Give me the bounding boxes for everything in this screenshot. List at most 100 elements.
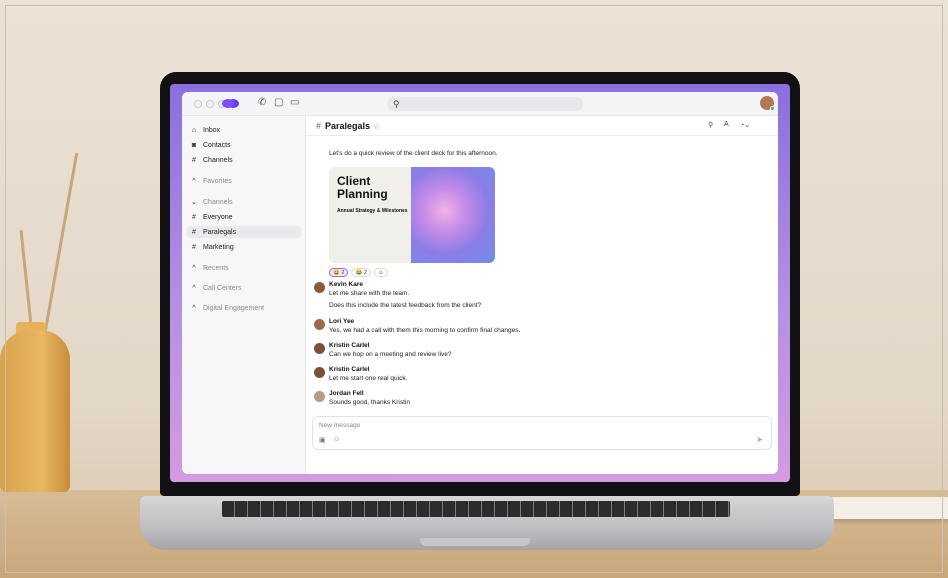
search-input[interactable]: ⚲ xyxy=(387,97,583,111)
online-status-badge xyxy=(770,106,775,111)
close-window-button[interactable] xyxy=(194,100,202,108)
sidebar-item-everyone[interactable]: # Everyone xyxy=(190,211,298,223)
message-composer[interactable]: New message ▣ ☺ ➤ xyxy=(312,416,772,450)
reaction-bar: 😀 2 😂 2 ☺ xyxy=(329,268,388,277)
section-call-centers[interactable]: ^ Call Centers xyxy=(190,282,298,294)
message-author: Kevin Kare xyxy=(329,281,363,288)
avatar[interactable] xyxy=(314,319,325,330)
sidebar: ⌂ Inbox ◙ Contacts # Channels ^ Favorites ⌄ C… xyxy=(182,116,306,474)
sidebar-item-inbox[interactable]: ⌂ Inbox xyxy=(190,124,298,136)
chevron-down-icon: ⌄ xyxy=(191,199,197,206)
font-icon[interactable]: A xyxy=(724,121,729,128)
message-list: Let's do a quick review of the client de… xyxy=(306,136,778,406)
more-icon[interactable]: ◔⌄ xyxy=(740,121,750,129)
message-text: Let's do a quick review of the client de… xyxy=(329,150,498,157)
chevron-up-icon: ^ xyxy=(192,284,196,292)
message-author: Jordan Fell xyxy=(329,390,364,397)
reaction-emoji: 😂 xyxy=(355,270,363,276)
card-subtitle: Annual Strategy & Milestones xyxy=(337,208,408,214)
sidebar-item-contacts[interactable]: ◙ Contacts xyxy=(190,139,298,151)
section-label: Channels xyxy=(203,198,233,206)
section-channels[interactable]: ⌄ Channels xyxy=(190,196,298,208)
channel-header: # Paralegals ☆ ⚲ A ◔⌄ xyxy=(306,116,778,136)
hash-icon: # xyxy=(316,121,322,131)
sidebar-item-channels[interactable]: # Channels xyxy=(190,154,298,166)
contacts-icon: ◙ xyxy=(191,141,197,149)
keyboard xyxy=(222,501,730,517)
chevron-up-icon: ^ xyxy=(192,304,196,312)
sidebar-item-label: Inbox xyxy=(203,126,221,134)
diffuser-reed xyxy=(44,152,79,331)
sidebar-item-label: Marketing xyxy=(203,243,234,251)
sidebar-item-marketing[interactable]: # Marketing xyxy=(190,241,298,253)
minimize-window-button[interactable] xyxy=(206,100,214,108)
section-label: Call Centers xyxy=(203,284,242,292)
sidebar-item-label: Paralegals xyxy=(203,228,237,236)
phone-icon[interactable]: ✆ xyxy=(258,97,266,108)
reaction-chip[interactable]: 😀 2 xyxy=(329,268,349,277)
emoji-icon[interactable]: ☺ xyxy=(333,436,340,443)
card-text-panel: Client Planning Annual Strategy & Milest… xyxy=(329,167,411,263)
message-text: Sounds good, thanks Kristin xyxy=(329,399,410,406)
message-author: Kristin Carlel xyxy=(329,342,370,349)
image-icon[interactable]: ▣ xyxy=(319,436,326,444)
reaction-chip[interactable]: 😂 2 xyxy=(351,268,371,277)
channel-title: # Paralegals ☆ xyxy=(316,121,380,131)
section-favorites[interactable]: ^ Favorites xyxy=(190,175,298,187)
video-icon[interactable]: ▭ xyxy=(290,97,299,108)
hash-icon: # xyxy=(192,156,196,164)
message-text: Can we hop on a meeting and review live? xyxy=(329,351,452,358)
titlebar: ✆ ▢ ▭ ⚲ xyxy=(182,92,778,116)
user-avatar[interactable] xyxy=(760,96,775,111)
reaction-emoji: 😀 xyxy=(333,270,340,276)
message-text: Let me share with the team. xyxy=(329,290,410,297)
search-icon: ⚲ xyxy=(393,99,400,109)
sidebar-item-paralegals[interactable]: # Paralegals xyxy=(186,226,302,238)
hash-icon: # xyxy=(192,243,196,251)
section-digital-engagement[interactable]: ^ Digital Engagement xyxy=(190,302,298,314)
avatar[interactable] xyxy=(314,282,325,293)
message-author: Lori Yee xyxy=(329,318,355,325)
chevron-up-icon: ^ xyxy=(192,177,196,185)
section-label: Recents xyxy=(203,264,229,272)
scene-background: ✆ ▢ ▭ ⚲ ⌂ Inbox ◙ Contacts # Channels ^ Favo… xyxy=(0,0,948,578)
sidebar-item-label: Contacts xyxy=(203,141,231,149)
chat-icon[interactable]: ▢ xyxy=(274,97,283,108)
message-input[interactable]: New message xyxy=(319,422,360,429)
message-author: Kristin Carlel xyxy=(329,366,370,373)
section-recents[interactable]: ^ Recents xyxy=(190,262,298,274)
section-label: Favorites xyxy=(203,177,232,185)
diffuser-reed xyxy=(19,230,33,330)
reaction-count: 2 xyxy=(341,270,345,276)
chevron-up-icon: ^ xyxy=(192,264,196,272)
search-icon[interactable]: ⚲ xyxy=(708,121,713,129)
section-label: Digital Engagement xyxy=(203,304,265,312)
star-icon[interactable]: ☆ xyxy=(373,122,380,131)
chat-panel: # Paralegals ☆ ⚲ A ◔⌄ Let's do a quick rev… xyxy=(306,116,778,474)
app-window: ✆ ▢ ▭ ⚲ ⌂ Inbox ◙ Contacts # Channels ^ Favo… xyxy=(182,92,778,474)
message-text: Yes, we had a call with them this mornin… xyxy=(329,327,521,334)
diffuser-vase xyxy=(0,330,70,492)
add-reaction-button[interactable]: ☺ xyxy=(373,268,388,277)
card-title: Client Planning xyxy=(337,174,388,201)
hash-icon: # xyxy=(192,213,196,221)
emoji-icon: ☺ xyxy=(377,270,384,276)
avatar[interactable] xyxy=(314,343,325,354)
card-image xyxy=(411,167,495,263)
trackpad-notch xyxy=(420,538,530,546)
app-logo xyxy=(222,99,234,108)
send-icon[interactable]: ➤ xyxy=(756,435,763,444)
notebook xyxy=(822,497,948,519)
attachment-card[interactable]: Client Planning Annual Strategy & Milest… xyxy=(329,167,495,263)
avatar[interactable] xyxy=(314,367,325,378)
reaction-count: 2 xyxy=(363,270,367,276)
message-text: Let me start one real quick. xyxy=(329,375,408,382)
message-text: Does this include the latest feedback fr… xyxy=(329,302,482,309)
laptop-screen: ✆ ▢ ▭ ⚲ ⌂ Inbox ◙ Contacts # Channels ^ Favo… xyxy=(170,84,790,482)
avatar[interactable] xyxy=(314,391,325,402)
inbox-icon: ⌂ xyxy=(191,126,197,134)
hash-icon: # xyxy=(192,228,196,236)
sidebar-item-label: Everyone xyxy=(203,213,233,221)
channel-name: Paralegals xyxy=(325,121,371,131)
sidebar-item-label: Channels xyxy=(203,156,233,164)
